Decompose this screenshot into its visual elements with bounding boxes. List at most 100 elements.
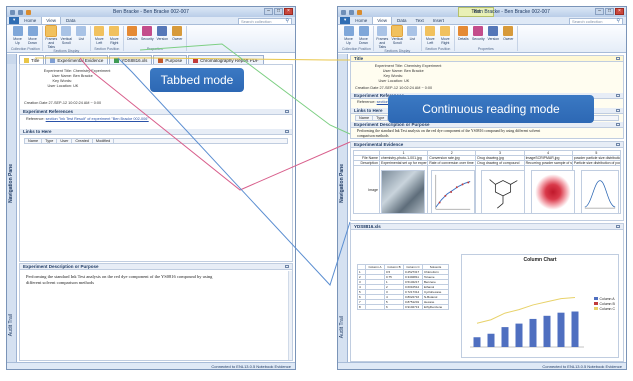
purpose-text[interactable]: Performing the standard Ink Test analysi… [357, 129, 557, 138]
close-button[interactable]: × [615, 8, 624, 15]
col-created[interactable]: Created [72, 139, 93, 143]
search-icon[interactable]: ⚲ [616, 19, 620, 24]
evidence-desc[interactable]: Recurring powder sample of solid [523, 160, 573, 166]
tab-home[interactable]: Home [351, 17, 371, 24]
xls-cell[interactable]: 6 [384, 304, 404, 310]
evidence-desc[interactable]: Experimental set up for experiment [378, 160, 429, 166]
move-down-button[interactable]: Move Down [357, 26, 370, 45]
frames-and-tabs-button[interactable]: Frames and Tabs [376, 26, 389, 49]
collapse-icon[interactable] [616, 123, 620, 126]
list-button[interactable]: List [406, 26, 419, 49]
purpose-header[interactable]: Experiment Description or Purpose [20, 264, 292, 270]
tab-chromatography-report[interactable]: Chromatography Report PDF [188, 55, 264, 64]
col-modified[interactable]: Modified [93, 139, 115, 143]
tab-view[interactable]: View [41, 16, 61, 24]
tab-title[interactable]: Title [19, 55, 45, 64]
navigation-pane-label[interactable]: Navigation Pane [8, 164, 14, 203]
evidence-file[interactable]: powder particle size distribution [571, 155, 622, 161]
links-to-here-header[interactable]: Links to Here [20, 129, 292, 135]
minimize-button[interactable]: – [595, 8, 604, 15]
collapse-icon[interactable] [285, 265, 289, 268]
chart-bar[interactable] [543, 315, 551, 347]
app-logo-icon[interactable] [341, 9, 346, 15]
security-button[interactable]: Security [472, 26, 485, 41]
tab-data[interactable]: Data [393, 17, 411, 24]
version-button[interactable]: Version [156, 26, 169, 41]
version-button[interactable]: Version [487, 26, 500, 41]
navigation-pane-strip[interactable]: Navigation Pane Audit Trail [338, 54, 348, 362]
chart-bar[interactable] [501, 327, 509, 347]
xls-cell[interactable]: 0.9102713 [403, 304, 423, 310]
undo-icon[interactable] [357, 9, 362, 15]
move-up-button[interactable]: Move Up [11, 26, 24, 45]
xls-cell[interactable] [365, 304, 385, 310]
collapse-icon[interactable] [616, 143, 620, 146]
purpose-scrollbar[interactable] [288, 271, 292, 360]
tab-purpose[interactable]: Purpose [153, 55, 188, 64]
search-input[interactable]: Search collection ⚲ [569, 18, 623, 25]
file-menu-tab[interactable]: ▾ [9, 16, 20, 24]
maximize-button[interactable]: □ [605, 8, 614, 15]
chart-bar[interactable] [515, 323, 523, 347]
col-type[interactable]: Type [42, 139, 58, 143]
navigation-pane-strip[interactable]: Navigation Pane Audit Trail [7, 64, 17, 362]
details-button[interactable]: Details [126, 26, 139, 41]
particle-size-image[interactable] [581, 170, 619, 214]
evidence-header[interactable]: Experimental Evidence [351, 142, 623, 148]
collapse-icon[interactable] [285, 110, 289, 113]
chart-bar[interactable] [529, 318, 537, 347]
navigation-pane-label[interactable]: Navigation Pane [339, 164, 345, 203]
col-user[interactable]: User [57, 139, 73, 143]
details-button[interactable]: Details [457, 26, 470, 41]
col-type[interactable]: Type [373, 116, 389, 120]
file-menu-tab[interactable]: ▾ [340, 16, 351, 24]
evidence-file[interactable]: chemistry-photo-1-001.jpg [378, 155, 429, 161]
tab-data[interactable]: Data [62, 17, 80, 24]
tab-yds8816-xls[interactable]: YDS8816.xls [109, 55, 153, 64]
chart-bar[interactable] [487, 333, 495, 347]
frames-and-tabs-button[interactable]: Frames and Tabs [45, 25, 58, 49]
left-collapse-strip[interactable] [7, 54, 17, 64]
column-chart[interactable] [466, 265, 586, 353]
security-button[interactable]: Security [141, 26, 154, 41]
molecule-drawing-image[interactable] [481, 170, 525, 214]
maximize-button[interactable]: □ [274, 8, 283, 15]
move-right-button[interactable]: Move Right [108, 26, 121, 45]
minimize-button[interactable]: – [264, 8, 273, 15]
list-button[interactable]: List [75, 26, 88, 49]
close-button[interactable]: × [284, 8, 293, 15]
tab-home[interactable]: Home [20, 17, 40, 24]
collapse-icon[interactable] [616, 94, 620, 97]
move-right-button[interactable]: Move Right [439, 26, 452, 45]
audit-trail-label[interactable]: Audit Trail [8, 314, 14, 336]
search-icon[interactable]: ⚲ [285, 19, 289, 24]
tab-text[interactable]: Text [411, 17, 427, 24]
chart-bar[interactable] [571, 311, 579, 347]
xls-col-c[interactable]: Column C [403, 264, 423, 270]
vertical-scroll-button[interactable]: Vertical Scroll [391, 25, 404, 49]
purpose-text[interactable]: Performing the standard Ink Test analysi… [20, 270, 230, 289]
evidence-desc[interactable]: Particle size distribution of powder [571, 160, 622, 166]
audit-trail-label[interactable]: Audit Trail [339, 316, 345, 338]
tab-view[interactable]: View [372, 16, 392, 24]
powder-sample-image[interactable] [531, 170, 575, 214]
chart-bar[interactable] [473, 337, 481, 347]
move-up-button[interactable]: Move Up [342, 26, 355, 45]
reference-link[interactable]: section "Ink Test Result" of experiment … [46, 117, 149, 121]
title-section-header[interactable]: Title [351, 56, 623, 62]
move-down-button[interactable]: Move Down [26, 26, 39, 45]
collapse-icon[interactable] [616, 57, 620, 60]
col-name[interactable]: Name [25, 139, 43, 143]
tab-experimental-evidence[interactable]: Experimental Evidence [45, 55, 109, 64]
xls-cell[interactable]: Ethylbenzene [422, 304, 449, 310]
search-input[interactable]: Search collection ⚲ [238, 18, 292, 25]
evidence-desc[interactable]: Rate of conversion over time [427, 160, 477, 166]
chart-bar[interactable] [557, 312, 565, 347]
xls-header[interactable]: YDS8816.xls [351, 224, 623, 230]
experiment-references-header[interactable]: Experiment References [20, 109, 292, 115]
collapse-icon[interactable] [616, 109, 620, 112]
move-left-button[interactable]: Move Left [93, 26, 106, 45]
tab-insert[interactable]: Insert [429, 17, 448, 24]
collapse-icon[interactable] [616, 225, 620, 228]
owner-button[interactable]: Owner [171, 26, 184, 41]
